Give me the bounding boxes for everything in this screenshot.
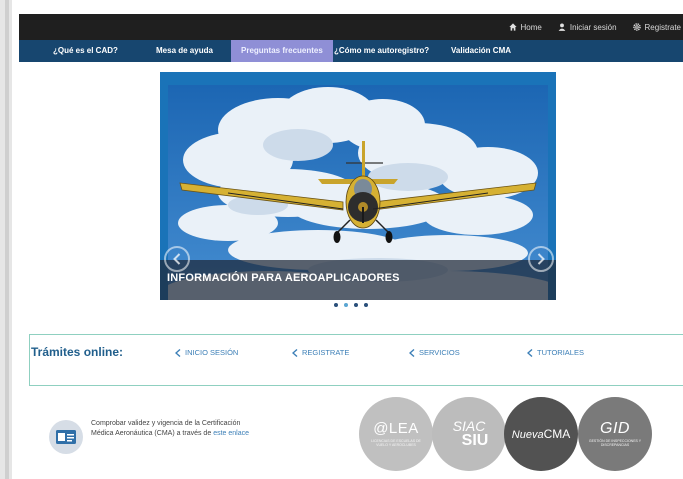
tramites-link-servicios[interactable]: SERVICIOS bbox=[409, 348, 460, 357]
chevron-right-icon bbox=[537, 253, 545, 265]
carousel-indicator-dot[interactable] bbox=[354, 303, 358, 307]
carousel-indicator-dot[interactable] bbox=[364, 303, 368, 307]
carousel-caption-bar: INFORMACIÓN PARA AEROAPLICADORES bbox=[160, 260, 556, 300]
nav-item-validacion-cma[interactable]: Validación CMA bbox=[451, 40, 511, 62]
siac-siu-logo-button[interactable]: SIAC SIU bbox=[432, 397, 506, 471]
chevron-left-icon bbox=[527, 348, 533, 357]
tramites-link-label: REGISTRATE bbox=[302, 348, 350, 357]
siac-logo-name: SIAC bbox=[452, 418, 486, 434]
tramites-link-registrate[interactable]: REGISTRATE bbox=[292, 348, 349, 357]
user-icon bbox=[558, 23, 566, 31]
nav-item-mesa-de-ayuda[interactable]: Mesa de ayuda bbox=[156, 40, 213, 62]
carousel-indicators bbox=[334, 303, 368, 307]
tramites-link-label: INICIO SESIÓN bbox=[185, 348, 239, 357]
tramites-link-tutoriales[interactable]: TUTORIALES bbox=[527, 348, 584, 357]
page-left-border-inner bbox=[5, 0, 9, 479]
home-link[interactable]: Home bbox=[508, 22, 542, 32]
tramites-title: Trámites online: bbox=[31, 345, 124, 359]
carousel-next-button[interactable] bbox=[528, 246, 554, 272]
chevron-left-icon bbox=[173, 253, 181, 265]
cma-validation-text: Comprobar validez y vigencia de la Certi… bbox=[91, 419, 261, 439]
gear-icon bbox=[632, 23, 641, 31]
top-utility-bar: Home Iniciar sesión Registrate bbox=[19, 14, 683, 40]
home-icon bbox=[508, 23, 517, 31]
gid-logo-subtitle: GESTIÓN DE INSPECCIONES Y DISCREPANCIAS bbox=[588, 438, 642, 448]
gid-logo-name: GID bbox=[600, 419, 630, 437]
siu-logo-name: SIU bbox=[461, 432, 489, 449]
nav-item-como-me-autoregistro[interactable]: ¿Cómo me autoregistro? bbox=[334, 40, 429, 62]
carousel-indicator-dot[interactable] bbox=[334, 303, 338, 307]
nav-item-preguntas-frecuentes[interactable]: Preguntas frecuentes bbox=[231, 40, 333, 62]
lea-logo-subtitle: LICENCIAS DE ESCUELAS DE VUELO Y AEROCLU… bbox=[371, 438, 421, 448]
home-link-label: Home bbox=[520, 22, 542, 32]
carousel-prev-button[interactable] bbox=[164, 246, 190, 272]
tramites-link-inicio-sesion[interactable]: INICIO SESIÓN bbox=[175, 348, 238, 357]
main-nav: ¿Qué es el CAD? Mesa de ayuda Preguntas … bbox=[19, 40, 683, 62]
chevron-left-icon bbox=[292, 348, 298, 357]
nav-item-que-es-cad[interactable]: ¿Qué es el CAD? bbox=[53, 40, 118, 62]
cma-validation-link[interactable]: este enlace bbox=[213, 430, 249, 437]
carousel-indicator-dot[interactable] bbox=[344, 303, 348, 307]
lea-logo-button[interactable]: @LEA LICENCIAS DE ESCUELAS DE VUELO Y AE… bbox=[359, 397, 433, 471]
tramites-online-panel: Trámites online: INICIO SESIÓN REGISTRAT… bbox=[29, 334, 683, 386]
register-link[interactable]: Registrate bbox=[632, 22, 681, 32]
nueva-cma-name: CMA bbox=[543, 427, 571, 441]
page-left-border bbox=[0, 0, 12, 479]
login-link[interactable]: Iniciar sesión bbox=[558, 23, 617, 32]
cma-validation-icon[interactable] bbox=[49, 420, 83, 454]
nueva-cma-logo-button[interactable]: NuevaCMA bbox=[504, 397, 578, 471]
tramites-link-label: TUTORIALES bbox=[537, 348, 584, 357]
carousel-caption[interactable]: INFORMACIÓN PARA AEROAPLICADORES bbox=[167, 272, 400, 284]
login-link-label: Iniciar sesión bbox=[569, 22, 617, 32]
tramites-link-label: SERVICIOS bbox=[419, 348, 460, 357]
nueva-cma-prefix: Nueva bbox=[511, 429, 544, 441]
top-links: Home Iniciar sesión Registrate bbox=[508, 14, 683, 40]
lea-logo-name: @LEA bbox=[373, 419, 419, 437]
register-link-label: Registrate bbox=[644, 22, 681, 32]
chevron-left-icon bbox=[175, 348, 181, 357]
hero-carousel: INFORMACIÓN PARA AEROAPLICADORES bbox=[160, 72, 556, 300]
nueva-cma-logo-text: NuevaCMA bbox=[512, 427, 570, 441]
gid-logo-button[interactable]: GID GESTIÓN DE INSPECCIONES Y DISCREPANC… bbox=[578, 397, 652, 471]
id-card-icon bbox=[56, 430, 76, 444]
chevron-left-icon bbox=[409, 348, 415, 357]
